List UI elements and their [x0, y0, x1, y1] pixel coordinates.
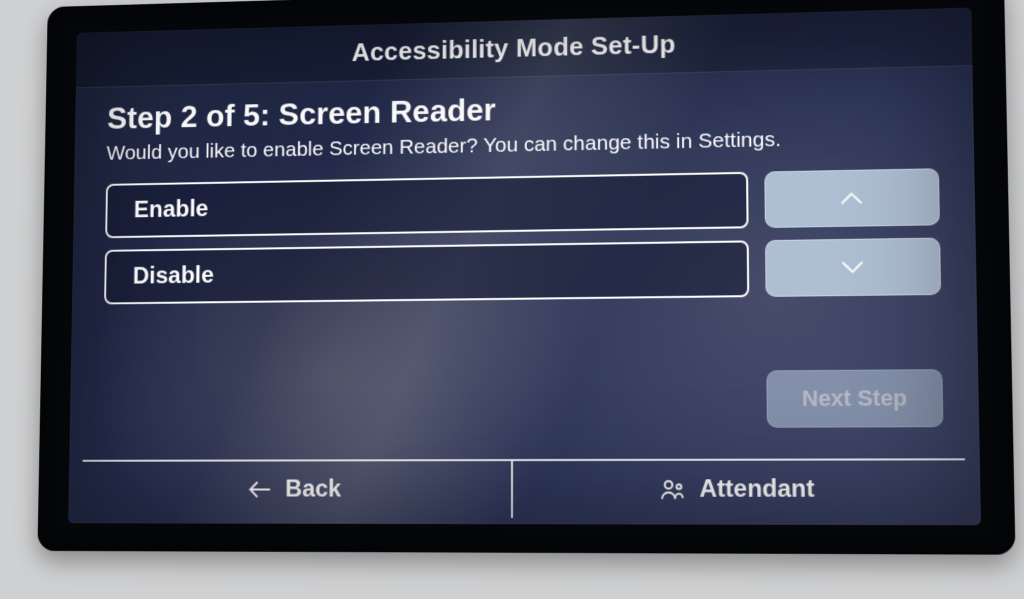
next-step-button[interactable]: Next Step	[766, 369, 943, 428]
enable-button-label: Enable	[134, 196, 209, 225]
attendant-icon	[659, 477, 686, 502]
device-frame: Accessibility Mode Set-Up Step 2 of 5: S…	[37, 0, 1015, 555]
main-content: Step 2 of 5: Screen Reader Would you lik…	[69, 66, 979, 460]
options-column: Enable Disable	[104, 172, 749, 305]
chevron-up-icon	[836, 188, 867, 209]
page-title: Accessibility Mode Set-Up	[352, 29, 676, 68]
scroll-down-button[interactable]	[765, 238, 941, 297]
option-row: Enable Disable	[104, 169, 941, 305]
next-step-wrap: Next Step	[766, 369, 943, 428]
screen: Accessibility Mode Set-Up Step 2 of 5: S…	[68, 8, 981, 526]
arrow-left-icon	[246, 477, 271, 501]
chevron-down-icon	[837, 257, 868, 278]
disable-button[interactable]: Disable	[104, 241, 749, 305]
attendant-button-label: Attendant	[699, 475, 814, 504]
next-step-label: Next Step	[802, 385, 908, 412]
back-button[interactable]: Back	[82, 461, 511, 518]
scroll-up-button[interactable]	[764, 169, 940, 229]
back-button-label: Back	[285, 475, 341, 503]
enable-button[interactable]: Enable	[105, 172, 748, 238]
scroll-column	[764, 169, 941, 298]
attendant-button[interactable]: Attendant	[511, 460, 966, 519]
footer-bar: Back Attendant	[82, 458, 966, 519]
disable-button-label: Disable	[133, 262, 214, 290]
